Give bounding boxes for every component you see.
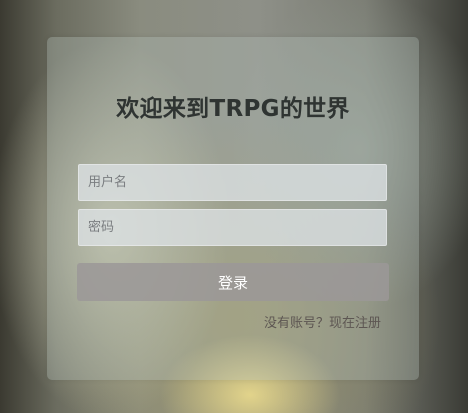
login-card: 欢迎来到TRPG的世界 登录 没有账号？现在注册 [47,37,419,380]
username-input[interactable] [78,164,387,201]
login-button[interactable]: 登录 [77,263,389,301]
password-input[interactable] [78,209,387,246]
register-link[interactable]: 没有账号？现在注册 [264,312,381,331]
page-title: 欢迎来到TRPG的世界 [116,96,350,122]
